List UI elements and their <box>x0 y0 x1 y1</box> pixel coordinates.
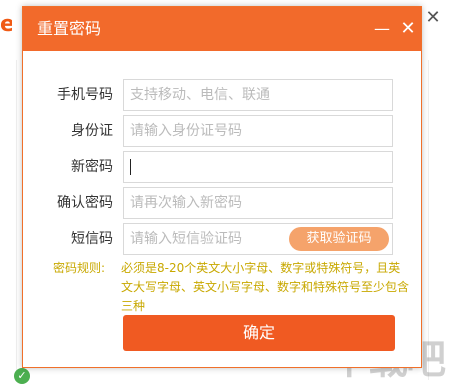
new-password-input[interactable] <box>123 151 393 183</box>
id-card-label: 身份证 <box>71 123 113 139</box>
get-code-button[interactable]: 获取验证码 <box>289 227 389 251</box>
confirm-button[interactable]: 确定 <box>123 315 395 351</box>
confirm-password-label: 确认密码 <box>57 195 113 211</box>
minimize-icon[interactable]: — <box>371 17 393 39</box>
new-password-label: 新密码 <box>71 159 113 175</box>
dialog-titlebar: 重置密码 — ✕ <box>23 7 421 51</box>
phone-input[interactable]: 支持移动、电信、联通 <box>123 79 393 111</box>
id-card-input[interactable]: 请输入身份证号码 <box>123 115 393 147</box>
sms-code-label: 短信码 <box>71 231 113 247</box>
background-panel-left <box>0 60 17 380</box>
phone-row: 手机号码 支持移动、电信、联通 <box>23 79 421 111</box>
app-logo-fragment: e <box>0 12 12 37</box>
password-rules-text: 必须是8-20个英文大小字母、数字或特殊符号，且英文大写字母、英文小写字母、数字… <box>121 261 410 313</box>
confirm-password-input[interactable]: 请再次输入新密码 <box>123 187 393 219</box>
close-icon[interactable]: ✕ <box>424 7 442 28</box>
reset-password-dialog: 重置密码 — ✕ 手机号码 支持移动、电信、联通 身份证 请输入身份证号码 新密… <box>22 6 422 368</box>
password-rules-title: 密码规则: <box>52 261 105 275</box>
id-card-row: 身份证 请输入身份证号码 <box>23 115 421 147</box>
new-password-row: 新密码 <box>23 151 421 183</box>
check-icon: ✓ <box>14 368 30 384</box>
sms-code-row: 短信码 请输入短信验证码 获取验证码 <box>23 223 421 255</box>
dialog-title: 重置密码 <box>37 19 102 38</box>
close-icon[interactable]: ✕ <box>397 17 419 39</box>
text-cursor <box>130 159 131 175</box>
phone-label: 手机号码 <box>57 87 113 103</box>
confirm-password-row: 确认密码 请再次输入新密码 <box>23 187 421 219</box>
